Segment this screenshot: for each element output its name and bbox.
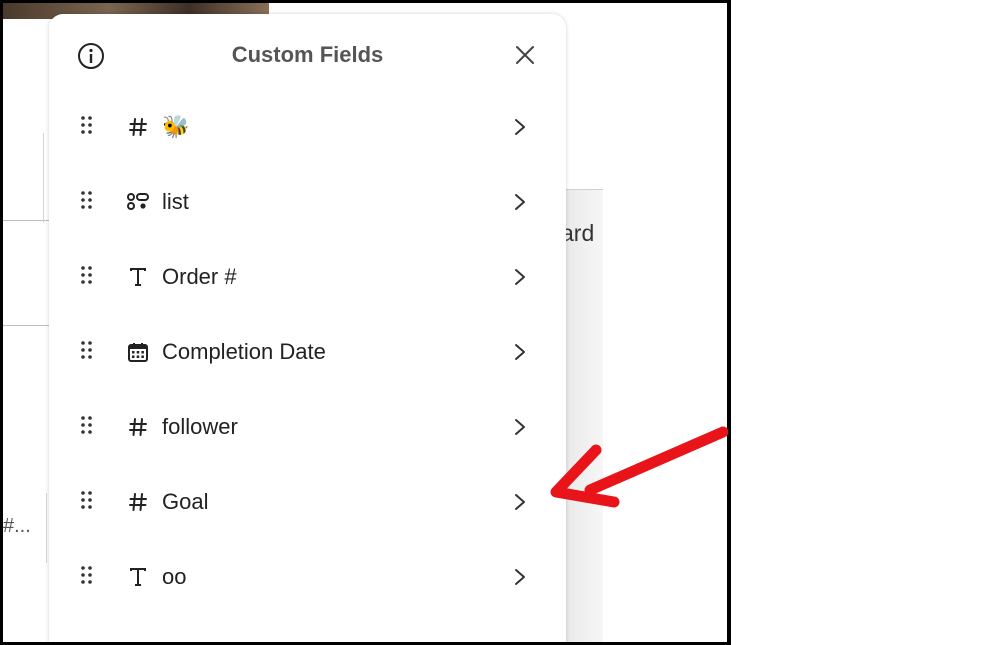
drag-handle-icon[interactable] — [80, 565, 94, 585]
list-icon — [126, 190, 150, 214]
chevron-right-icon[interactable] — [512, 492, 528, 512]
field-row[interactable]: follower — [49, 415, 566, 490]
chevron-right-icon[interactable] — [512, 342, 528, 362]
drag-handle-icon[interactable] — [80, 490, 94, 510]
background-divider — [3, 325, 49, 326]
text-icon — [126, 565, 150, 589]
calendar-icon — [126, 340, 150, 364]
hash-icon — [126, 490, 150, 514]
custom-fields-panel: Custom Fields 🐝 list Order # Completion Dat… — [49, 14, 566, 642]
screenshot-frame: ard #... Custom Fields 🐝 list Order # Compl… — [0, 0, 731, 645]
hash-icon — [126, 115, 150, 139]
close-icon[interactable] — [514, 44, 536, 66]
chevron-right-icon[interactable] — [512, 417, 528, 437]
field-row[interactable]: Order # — [49, 265, 566, 340]
drag-handle-icon[interactable] — [80, 190, 94, 210]
field-name: list — [162, 189, 189, 214]
field-name: Completion Date — [162, 339, 326, 364]
drag-handle-icon[interactable] — [80, 340, 94, 360]
background-card — [563, 189, 603, 642]
background-divider — [46, 493, 47, 563]
text-icon — [126, 265, 150, 289]
chevron-right-icon[interactable] — [512, 267, 528, 287]
field-row[interactable]: list — [49, 190, 566, 265]
background-text: #... — [3, 515, 31, 537]
chevron-right-icon[interactable] — [512, 567, 528, 587]
field-name: oo — [162, 564, 187, 589]
field-name: Order # — [162, 264, 237, 289]
panel-header: Custom Fields — [49, 14, 566, 96]
field-name: 🐝 — [162, 114, 190, 139]
chevron-right-icon[interactable] — [512, 192, 528, 212]
drag-handle-icon[interactable] — [80, 415, 94, 435]
chevron-right-icon[interactable] — [512, 117, 528, 137]
field-row[interactable]: Completion Date — [49, 340, 566, 415]
field-name: follower — [162, 414, 238, 439]
panel-title: Custom Fields — [231, 42, 384, 67]
hash-icon — [126, 415, 150, 439]
drag-handle-icon[interactable] — [80, 115, 94, 135]
field-row[interactable]: Goal — [49, 490, 566, 565]
drag-handle-icon[interactable] — [80, 265, 94, 285]
annotation-arrow-icon — [550, 426, 728, 508]
background-divider — [43, 133, 44, 223]
field-name: Goal — [162, 489, 209, 514]
field-row[interactable]: oo — [49, 565, 566, 640]
field-row[interactable]: 🐝 — [49, 115, 566, 190]
